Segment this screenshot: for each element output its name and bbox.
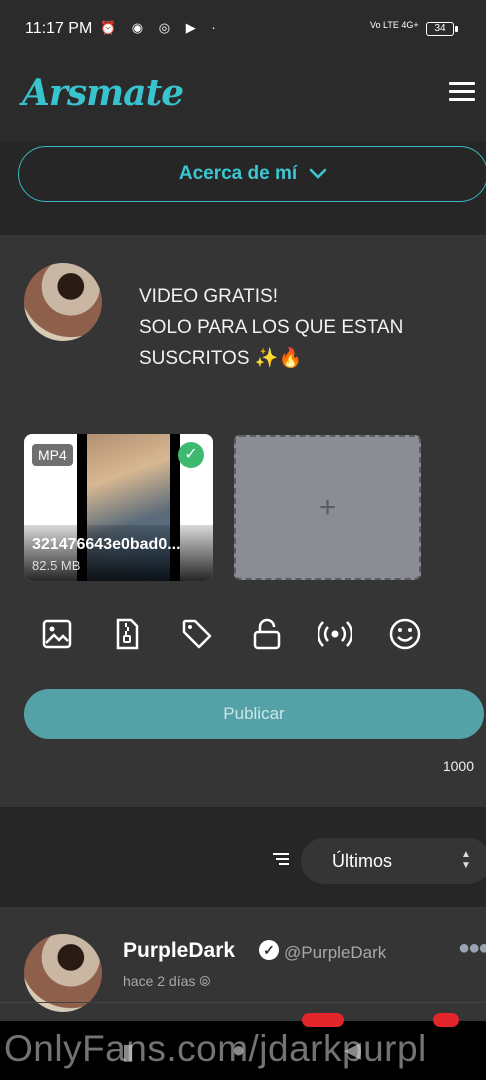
publish-label: Publicar bbox=[223, 704, 285, 723]
about-section: Acerca de mí bbox=[0, 142, 486, 235]
add-media-button[interactable]: + bbox=[234, 435, 421, 580]
post-text-input[interactable]: VIDEO GRATIS! SOLO PARA LOS QUE ESTAN SU… bbox=[139, 281, 403, 374]
sort-selected-value: Últimos bbox=[332, 851, 393, 871]
watermark-text: OnlyFans.com/jdarkpurpl bbox=[4, 1028, 427, 1069]
arsmate-logo[interactable]: Arsmate bbox=[22, 72, 184, 114]
sort-select[interactable]: Últimos ▲ ▼ bbox=[301, 838, 486, 884]
more-options-icon[interactable]: ●●● bbox=[458, 937, 486, 960]
tag-icon[interactable] bbox=[180, 617, 214, 651]
plus-icon: + bbox=[318, 490, 337, 524]
publish-button[interactable]: Publicar bbox=[24, 689, 484, 739]
avatar[interactable] bbox=[24, 263, 102, 341]
post-author-name[interactable]: PurpleDark bbox=[123, 939, 235, 963]
notification-icons: ⏰ ◉ ◎ ▶ · bbox=[100, 20, 222, 35]
media-filename: 321476643e0bad0... bbox=[32, 536, 181, 553]
media-attachment[interactable]: MP4 ✓ 321476643e0bad0... 82.5 MB bbox=[24, 434, 213, 581]
unlock-icon[interactable] bbox=[250, 617, 284, 651]
battery-icon: 34 bbox=[426, 22, 458, 36]
about-label: Acerca de mí bbox=[178, 163, 298, 184]
broadcast-icon[interactable] bbox=[316, 617, 354, 651]
post-author-handle[interactable]: @PurpleDark bbox=[284, 943, 386, 963]
app-header: 11:17 PM ⏰ ◉ ◎ ▶ · Vo LTE 4G+ 34 Arsmate bbox=[0, 0, 486, 142]
post-avatar[interactable] bbox=[24, 934, 102, 1012]
file-type-badge: MP4 bbox=[32, 444, 73, 466]
network-indicator: Vo LTE 4G+ bbox=[370, 20, 419, 30]
status-time: 11:17 PM bbox=[25, 20, 93, 37]
divider bbox=[0, 1002, 486, 1003]
image-icon[interactable] bbox=[40, 617, 74, 651]
media-filesize: 82.5 MB bbox=[32, 558, 81, 573]
select-arrows-icon: ▲ ▼ bbox=[461, 849, 471, 871]
character-counter: 1000 bbox=[442, 758, 474, 774]
post-timestamp: hace 2 días ⦾ bbox=[123, 973, 211, 989]
emoji-icon[interactable] bbox=[388, 617, 422, 651]
chevron-down-icon bbox=[309, 164, 327, 185]
sort-icon[interactable] bbox=[273, 853, 289, 868]
notification-badge bbox=[433, 1013, 459, 1027]
post-composer: VIDEO GRATIS! SOLO PARA LOS QUE ESTAN SU… bbox=[0, 235, 486, 807]
check-icon: ✓ bbox=[178, 442, 204, 468]
about-dropdown-button[interactable]: Acerca de mí bbox=[18, 146, 486, 202]
zip-file-icon[interactable] bbox=[110, 617, 144, 651]
status-bar: 11:17 PM ⏰ ◉ ◎ ▶ · Vo LTE 4G+ 34 bbox=[0, 14, 486, 46]
hamburger-menu-icon[interactable] bbox=[449, 82, 475, 104]
sort-bar: Últimos ▲ ▼ bbox=[0, 807, 486, 907]
verified-icon: ✓ bbox=[259, 940, 279, 960]
notification-badge bbox=[302, 1013, 344, 1027]
